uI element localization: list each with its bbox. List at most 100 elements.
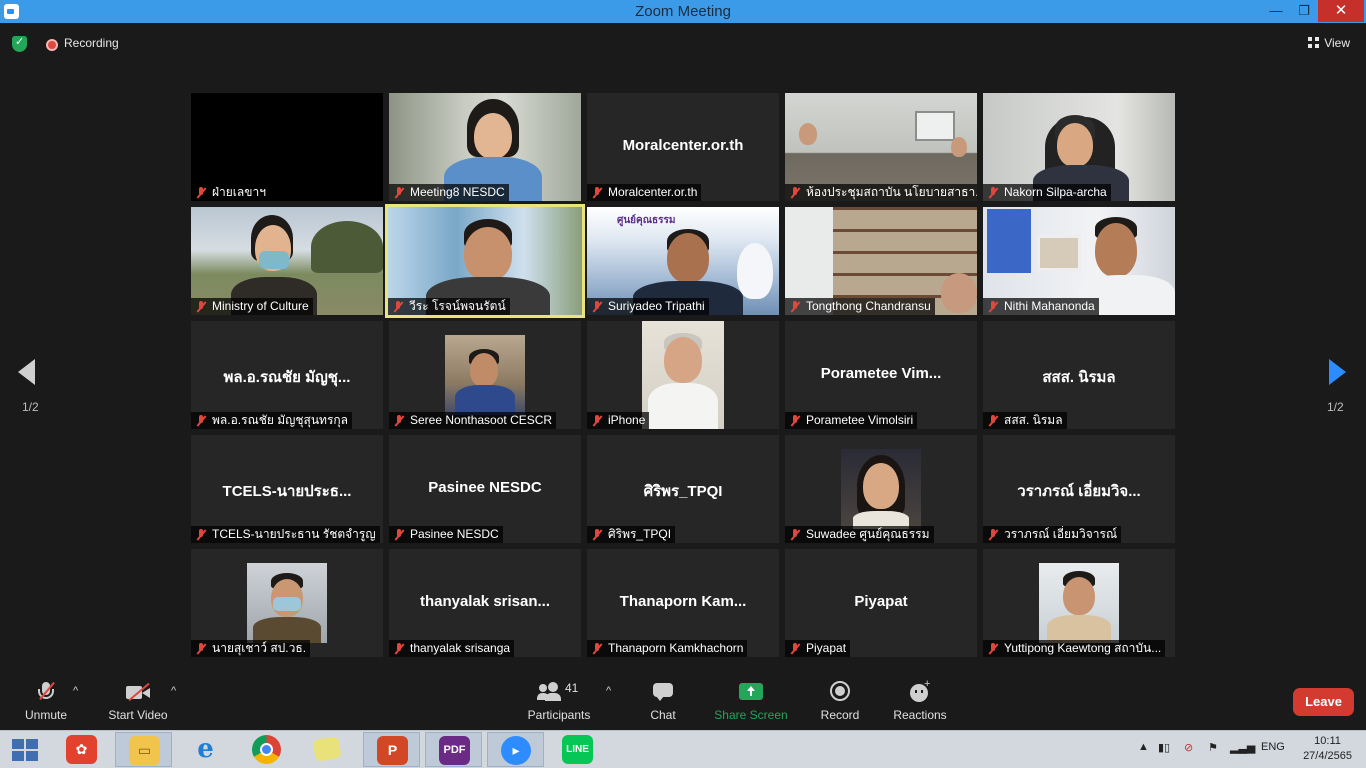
mic-muted-icon [592, 529, 602, 540]
mic-muted-icon [988, 301, 998, 312]
face-mask [259, 251, 289, 269]
participant-name-tag: วราภรณ์ เอี่ยมวิจารณ์ [983, 526, 1122, 543]
profile-picture [1039, 563, 1119, 643]
participant-display-name: thanyalak srisan... [419, 593, 551, 610]
tray-language[interactable]: ENG [1261, 741, 1285, 753]
video-tile[interactable]: Nithi Mahanonda [983, 207, 1175, 315]
mic-muted-icon [196, 529, 206, 540]
participants-options-chevron-up-icon[interactable]: ^ [606, 685, 611, 697]
windows-start-button[interactable] [12, 739, 38, 761]
video-options-chevron-up-icon[interactable]: ^ [171, 685, 176, 697]
tray-expand-chevron-icon[interactable]: ▲ [1138, 741, 1149, 753]
video-tile[interactable]: Nakorn Silpa-archa [983, 93, 1175, 201]
view-label: View [1324, 36, 1350, 50]
video-tile[interactable]: Meeting8 NESDC [389, 93, 581, 201]
taskbar-sticky-notes-icon[interactable] [301, 732, 358, 767]
taskbar-internet-explorer-icon[interactable]: e [177, 732, 234, 767]
tray-volume-muted-icon[interactable]: ⊘ [1184, 741, 1193, 754]
reactions-button[interactable]: + Reactions [892, 675, 948, 730]
share-screen-button[interactable]: Share Screen [714, 675, 788, 730]
video-tile[interactable]: วราภรณ์ เอี่ยมวิจ... วราภรณ์ เอี่ยมวิจาร… [983, 435, 1175, 543]
face-mask [273, 597, 301, 611]
participant-name-tag: Suwadee ศูนย์คุณธรรม [785, 526, 934, 543]
taskbar-pdf-icon[interactable]: PDF [425, 732, 482, 767]
leave-button[interactable]: Leave [1293, 688, 1354, 716]
arrow-right-icon [1329, 359, 1346, 385]
video-tile[interactable]: Suwadee ศูนย์คุณธรรม [785, 435, 977, 543]
taskbar-line-icon[interactable]: LINE [549, 732, 606, 767]
participants-label: Participants [527, 708, 591, 722]
video-tile[interactable]: Ministry of Culture [191, 207, 383, 315]
minimize-button[interactable]: — [1262, 0, 1290, 22]
window-titlebar: Zoom Meeting — ❐ ✕ [0, 0, 1366, 23]
tray-action-center-flag-icon[interactable]: ⚑ [1208, 741, 1218, 754]
mic-muted-icon [394, 415, 404, 426]
taskbar-powerpoint-icon[interactable]: P [363, 732, 420, 767]
taskbar-clock[interactable]: 10:11 27/4/2565 [1303, 734, 1352, 764]
video-tile[interactable]: ฝ่ายเลขาฯ [191, 93, 383, 201]
video-tile[interactable]: ห้องประชุมสถาบัน นโยบายสาธา... [785, 93, 977, 201]
tray-power-icon[interactable]: ▮▯ [1158, 741, 1170, 754]
video-tile-active-speaker[interactable]: วีระ โรจน์พจนรัตน์ [385, 204, 585, 318]
recording-icon [46, 39, 58, 51]
security-shield-icon[interactable] [12, 35, 27, 52]
video-tile[interactable]: TCELS-นายประธ... TCELS-นายประธาน รัชตจำร… [191, 435, 383, 543]
windows-taskbar: ✿ ▭ e P PDF ▸ LINE ▲ ▮▯ ⊘ ⚑ ▂▃▅ ENG 10:1… [0, 730, 1366, 768]
page-indicator-right: 1/2 [1327, 400, 1344, 414]
close-button[interactable]: ✕ [1318, 0, 1364, 22]
profile-picture [841, 449, 921, 529]
participant-display-name: พล.อ.รณชัย มัญชุ... [223, 369, 351, 386]
participant-display-name: วราภรณ์ เอี่ยมวิจ... [1017, 483, 1141, 500]
video-tile[interactable]: Pasinee NESDC Pasinee NESDC [389, 435, 581, 543]
meeting-topbar: Recording View [0, 23, 1366, 63]
mic-muted-icon [790, 415, 800, 426]
gallery-grid-icon [1308, 37, 1320, 48]
next-page-button[interactable] [1329, 359, 1351, 389]
tray-signal-icon[interactable]: ▂▃▅ [1230, 741, 1255, 754]
unmute-button[interactable]: Unmute [20, 675, 72, 730]
taskbar-foxit-icon[interactable]: ✿ [53, 732, 110, 767]
video-tile[interactable]: ศิริพร_TPQI ศิริพร_TPQI [587, 435, 779, 543]
video-tile[interactable]: ศูนย์คุณธรรม Suriyadeo Tripathi [587, 207, 779, 315]
participant-name-tag: ฝ่ายเลขาฯ [191, 184, 270, 201]
audio-options-chevron-up-icon[interactable]: ^ [73, 685, 78, 697]
video-tile[interactable]: iPhone [587, 321, 779, 429]
share-screen-icon [739, 681, 763, 703]
start-video-label: Start Video [108, 708, 168, 722]
window-title: Zoom Meeting [635, 3, 731, 20]
previous-page-button[interactable] [18, 359, 40, 389]
restore-button[interactable]: ❐ [1290, 0, 1318, 22]
mic-muted-icon [196, 187, 206, 198]
video-tile[interactable]: Thanaporn Kam... Thanaporn Kamkhachorn [587, 549, 779, 657]
video-tile[interactable]: Seree Nonthasoot CESCR [389, 321, 581, 429]
video-tile[interactable]: Porametee Vim... Porametee Vimolsiri [785, 321, 977, 429]
moral-center-banner: ศูนย์คุณธรรม [617, 215, 676, 226]
taskbar-zoom-icon[interactable]: ▸ [487, 732, 544, 767]
video-tile[interactable]: สสส. นิรมล สสส. นิรมล [983, 321, 1175, 429]
video-tile[interactable]: thanyalak srisan... thanyalak srisanga [389, 549, 581, 657]
participant-name-tag: Piyapat [785, 640, 851, 657]
video-tile[interactable]: Tongthong Chandransu [785, 207, 977, 315]
video-tile[interactable]: Yuttipong Kaewtong สถาบัน... [983, 549, 1175, 657]
reactions-label: Reactions [893, 708, 947, 722]
taskbar-file-explorer-icon[interactable]: ▭ [115, 732, 172, 767]
view-button[interactable]: View [1302, 30, 1356, 56]
participant-name-tag: Moralcenter.or.th [587, 184, 702, 201]
video-tile[interactable]: นายสุเชาว์ สป.วธ. [191, 549, 383, 657]
recording-label[interactable]: Recording [64, 36, 119, 50]
mic-muted-icon [790, 301, 800, 312]
participant-name-tag: สสส. นิรมล [983, 412, 1067, 429]
video-tile[interactable]: พล.อ.รณชัย มัญชุ... พล.อ.รณชัย มัญชุสุนท… [191, 321, 383, 429]
participant-name-tag: TCELS-นายประธาน รัชตจำรูญ [191, 526, 380, 543]
video-tile[interactable]: Piyapat Piyapat [785, 549, 977, 657]
mic-muted-icon [988, 643, 998, 654]
start-video-button[interactable]: Start Video [106, 675, 170, 730]
taskbar-chrome-icon[interactable] [239, 732, 296, 767]
video-tile[interactable]: Moralcenter.or.th Moralcenter.or.th [587, 93, 779, 201]
mic-muted-icon [592, 643, 602, 654]
participant-display-name: Moralcenter.or.th [622, 137, 744, 154]
participant-name-tag: พล.อ.รณชัย มัญชุสุนทรกุล [191, 412, 353, 429]
participants-button[interactable]: 41 Participants [524, 675, 594, 730]
record-button[interactable]: Record [815, 675, 865, 730]
chat-button[interactable]: Chat [643, 675, 683, 730]
